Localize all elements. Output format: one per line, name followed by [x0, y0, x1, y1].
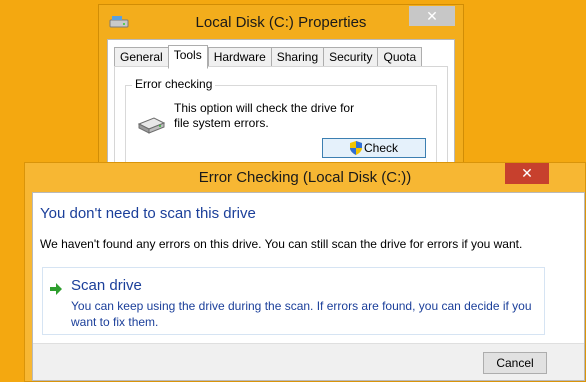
scan-drive-command-link[interactable]: Scan drive You can keep using the drive …	[42, 267, 545, 335]
dialog-title: Error Checking (Local Disk (C:))	[198, 169, 412, 186]
check-button[interactable]: Check	[322, 138, 426, 158]
tab-sharing[interactable]: Sharing	[270, 47, 324, 68]
tab-hardware[interactable]: Hardware	[207, 47, 271, 68]
uac-shield-icon	[349, 141, 362, 155]
tab-general[interactable]: General	[114, 47, 168, 68]
green-arrow-icon	[50, 283, 62, 295]
error-checking-description: This option will check the drive for fil…	[174, 101, 355, 130]
properties-close-button[interactable]: ✕	[409, 6, 455, 26]
cancel-button[interactable]: Cancel	[483, 352, 547, 374]
tab-strip: General Tools Hardware Sharing Security …	[114, 45, 423, 69]
properties-window: Local Disk (C:) Properties ✕ General Too…	[98, 4, 464, 184]
tab-tools[interactable]: Tools	[167, 45, 208, 69]
dialog-client: You don't need to scan this drive We hav…	[32, 192, 585, 381]
dialog-heading: You don't need to scan this drive	[40, 205, 256, 222]
tab-security[interactable]: Security	[323, 47, 378, 68]
dialog-close-button[interactable]: ✕	[505, 163, 549, 184]
dialog-footer: Cancel	[33, 343, 584, 380]
error-checking-label: Error checking	[132, 77, 216, 91]
tab-quota[interactable]: Quota	[377, 47, 423, 68]
error-checking-dialog: Error Checking (Local Disk (C:)) ✕ You d…	[24, 162, 586, 382]
properties-titlebar[interactable]: Local Disk (C:) Properties ✕	[99, 5, 463, 39]
hard-disk-icon	[137, 117, 166, 134]
check-button-label: Check	[363, 141, 398, 155]
dialog-info-text: We haven't found any errors on this driv…	[40, 237, 523, 251]
scan-drive-description: You can keep using the drive during the …	[71, 299, 532, 329]
scan-drive-title: Scan drive	[71, 277, 142, 294]
